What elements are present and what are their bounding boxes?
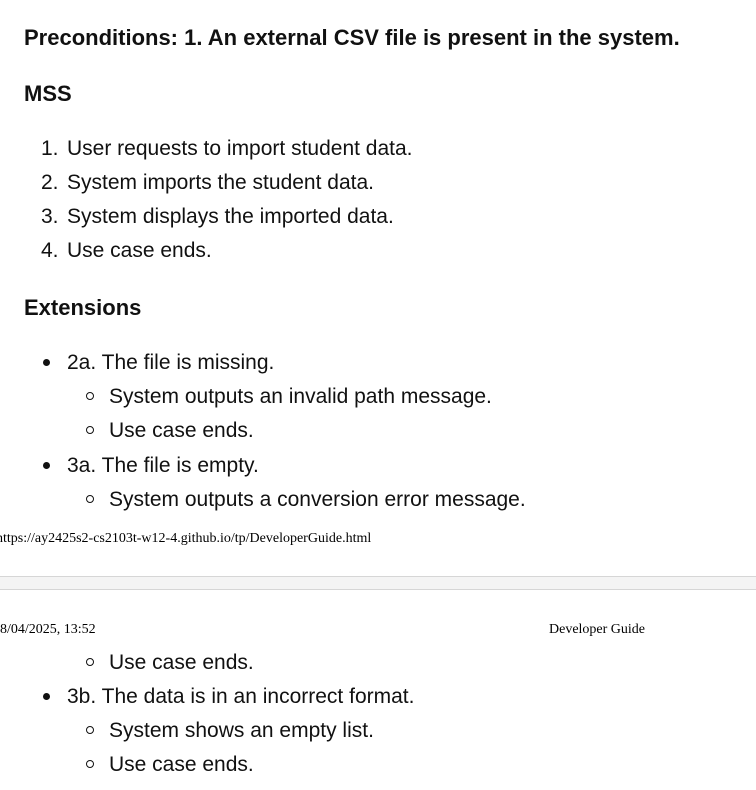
- extension-3b-sub-1: System shows an empty list.: [109, 719, 374, 742]
- bullet-icon: [43, 359, 50, 366]
- circle-bullet-icon: [86, 726, 94, 734]
- extensions-heading: Extensions: [24, 295, 142, 320]
- page-break: [0, 576, 756, 590]
- extension-3b-sub-2: Use case ends.: [109, 753, 254, 776]
- extension-2a-sub-2: Use case ends.: [109, 419, 254, 442]
- mss-step-text: User requests to import student data.: [67, 137, 413, 160]
- preconditions-text: Preconditions: 1. An external CSV file i…: [24, 25, 680, 50]
- extension-3a-sub-1: System outputs a conversion error messag…: [109, 488, 526, 511]
- bullet-icon: [43, 693, 50, 700]
- extension-3a: 3a. The file is empty.: [67, 454, 259, 477]
- mss-step-number: 4.: [41, 239, 59, 262]
- mss-step-number: 1.: [41, 137, 59, 160]
- extension-2a: 2a. The file is missing.: [67, 351, 275, 374]
- mss-step-number: 3.: [41, 205, 59, 228]
- circle-bullet-icon: [86, 658, 94, 666]
- mss-step-text: System imports the student data.: [67, 171, 374, 194]
- mss-step-2: 2. System imports the student data.: [41, 171, 374, 195]
- circle-bullet-icon: [86, 392, 94, 400]
- print-header-date: 08/04/2025, 13:52: [0, 622, 96, 637]
- extension-2a-sub-1: System outputs an invalid path message.: [109, 385, 492, 408]
- mss-step-text: Use case ends.: [67, 239, 212, 262]
- extension-3a-sub-2: Use case ends.: [109, 651, 254, 674]
- print-header-title: Developer Guide: [549, 622, 646, 637]
- mss-step-1: 1. User requests to import student data.: [41, 137, 413, 161]
- mss-step-text: System displays the imported data.: [67, 205, 394, 228]
- mss-step-3: 3. System displays the imported data.: [41, 205, 394, 229]
- bullet-icon: [43, 462, 50, 469]
- extension-3b: 3b. The data is in an incorrect format.: [67, 685, 415, 708]
- mss-heading: MSS: [24, 81, 72, 106]
- circle-bullet-icon: [86, 426, 94, 434]
- footer-url: https://ay2425s2-cs2103t-w12-4.github.io…: [0, 531, 372, 546]
- mss-step-4: 4. Use case ends.: [41, 239, 212, 263]
- circle-bullet-icon: [86, 495, 94, 503]
- mss-step-number: 2.: [41, 171, 59, 194]
- circle-bullet-icon: [86, 760, 94, 768]
